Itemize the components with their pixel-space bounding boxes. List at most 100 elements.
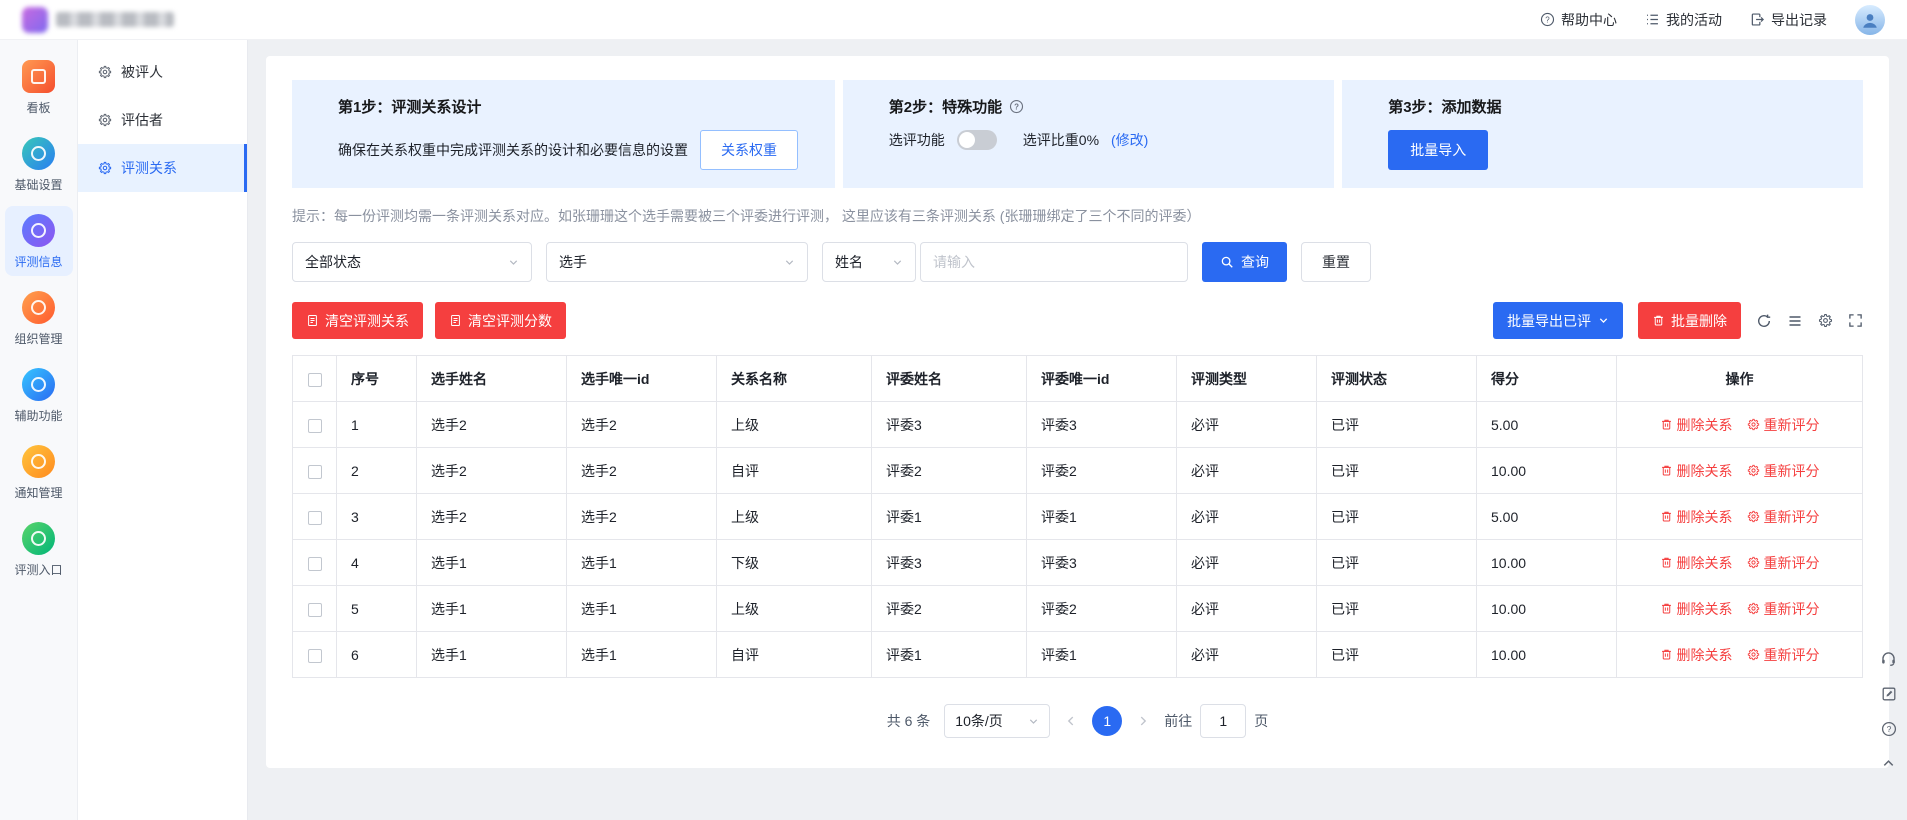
help-center-button[interactable]: ? 帮助中心	[1540, 10, 1617, 30]
status-select[interactable]: 全部状态	[292, 242, 532, 282]
cell-type: 必评	[1177, 448, 1317, 494]
rescore-link[interactable]: 重新评分	[1747, 553, 1820, 573]
pagination: 共 6 条 10条/页 1 前往 页	[292, 704, 1863, 738]
row-checkbox-cell	[293, 448, 337, 494]
svg-text:?: ?	[1886, 724, 1891, 734]
density-list-icon[interactable]	[1787, 313, 1803, 329]
delete-relation-link[interactable]: 删除关系	[1660, 553, 1733, 573]
export-records-button[interactable]: 导出记录	[1750, 10, 1827, 30]
rail-item-0[interactable]: 看板	[5, 52, 73, 122]
row-checkbox[interactable]	[308, 511, 322, 525]
fullscreen-icon[interactable]	[1848, 313, 1863, 328]
clear-scores-label: 清空评测分数	[468, 311, 552, 331]
reset-button[interactable]: 重置	[1301, 242, 1371, 282]
modify-link[interactable]: (修改)	[1111, 130, 1148, 150]
column-header-0: 序号	[337, 356, 417, 402]
rescore-link[interactable]: 重新评分	[1747, 645, 1820, 665]
cell-judge_id: 评委2	[1027, 448, 1177, 494]
help-question-icon[interactable]: ?	[1881, 721, 1897, 737]
sidebar-item-0[interactable]: 被评人	[78, 48, 247, 96]
assist-icon	[22, 368, 55, 401]
next-page-button[interactable]	[1136, 714, 1150, 728]
avatar[interactable]	[1855, 5, 1885, 35]
delete-relation-link[interactable]: 删除关系	[1660, 461, 1733, 481]
prev-page-button[interactable]	[1064, 714, 1078, 728]
step1-panel: 第1步：评测关系设计 确保在关系权重中完成评测关系的设计和必要信息的设置 关系权…	[292, 80, 835, 188]
search-button-label: 查询	[1241, 252, 1269, 272]
delete-relation-link[interactable]: 删除关系	[1660, 415, 1733, 435]
cell-player: 选手1	[417, 586, 567, 632]
rescore-link[interactable]: 重新评分	[1747, 461, 1820, 481]
select-evaluation-toggle[interactable]	[957, 130, 997, 150]
cell-judge: 评委2	[872, 586, 1027, 632]
batch-delete-button[interactable]: 批量删除	[1638, 302, 1741, 339]
cell-relation: 上级	[717, 494, 872, 540]
row-checkbox[interactable]	[308, 649, 322, 663]
rail-item-label: 通知管理	[14, 484, 62, 501]
search-input[interactable]	[920, 242, 1188, 282]
basic-settings-icon	[22, 137, 55, 170]
feedback-edit-icon[interactable]	[1881, 686, 1897, 702]
cell-player_id: 选手1	[567, 586, 717, 632]
page-number-1[interactable]: 1	[1092, 706, 1122, 736]
chevron-down-icon	[1028, 716, 1039, 727]
goto-page-input[interactable]	[1200, 704, 1246, 738]
row-checkbox-cell	[293, 494, 337, 540]
search-button[interactable]: 查询	[1202, 242, 1287, 282]
cell-no: 5	[337, 586, 417, 632]
select-all-checkbox[interactable]	[308, 373, 322, 387]
row-checkbox[interactable]	[308, 419, 322, 433]
table-header-row: 序号选手姓名选手唯一id关系名称评委姓名评委唯一id评测类型评测状态得分操作	[293, 356, 1863, 402]
cell-relation: 上级	[717, 586, 872, 632]
gear-icon	[1747, 418, 1760, 431]
table-row: 4选手1选手1下级评委3评委3必评已评10.00删除关系重新评分	[293, 540, 1863, 586]
gear-icon	[1747, 648, 1760, 661]
rescore-link[interactable]: 重新评分	[1747, 599, 1820, 619]
delete-relation-link[interactable]: 删除关系	[1660, 599, 1733, 619]
body-layout: 看板基础设置评测信息组织管理辅助功能通知管理评测入口 被评人评估者评测关系 第1…	[0, 40, 1907, 820]
cell-relation: 上级	[717, 402, 872, 448]
rail-item-3[interactable]: 组织管理	[5, 283, 73, 353]
rail-item-5[interactable]: 通知管理	[5, 437, 73, 507]
clear-relations-button[interactable]: 清空评测关系	[292, 302, 423, 339]
refresh-icon[interactable]	[1756, 313, 1772, 329]
rail-item-2[interactable]: 评测信息	[5, 206, 73, 276]
target-select[interactable]: 选手	[546, 242, 808, 282]
delete-relation-link[interactable]: 删除关系	[1660, 645, 1733, 665]
step3-title: 第3步：添加数据	[1388, 96, 1845, 117]
field-select[interactable]: 姓名	[822, 242, 916, 282]
cell-player_id: 选手2	[567, 448, 717, 494]
cell-no: 2	[337, 448, 417, 494]
column-settings-gear-icon[interactable]	[1818, 313, 1833, 328]
rescore-link[interactable]: 重新评分	[1747, 415, 1820, 435]
step3-panel: 第3步：添加数据 批量导入	[1342, 80, 1863, 188]
delete-relation-link[interactable]: 删除关系	[1660, 507, 1733, 527]
sidebar-item-1[interactable]: 评估者	[78, 96, 247, 144]
rescore-link[interactable]: 重新评分	[1747, 507, 1820, 527]
row-checkbox[interactable]	[308, 557, 322, 571]
action-row: 清空评测关系 清空评测分数 批量导出已评	[292, 302, 1863, 339]
sidebar-item-2[interactable]: 评测关系	[78, 144, 247, 192]
back-to-top-icon[interactable]	[1881, 756, 1896, 771]
cell-relation: 自评	[717, 448, 872, 494]
cell-score: 10.00	[1477, 448, 1617, 494]
cell-judge_id: 评委3	[1027, 402, 1177, 448]
batch-import-button[interactable]: 批量导入	[1388, 130, 1488, 170]
question-circle-icon[interactable]: ?	[1009, 99, 1024, 114]
clear-scores-button[interactable]: 清空评测分数	[435, 302, 566, 339]
step2-title: 第2步：特殊功能 ?	[889, 96, 1316, 117]
rail-item-1[interactable]: 基础设置	[5, 129, 73, 199]
row-checkbox[interactable]	[308, 465, 322, 479]
my-activities-button[interactable]: 我的活动	[1645, 10, 1722, 30]
rail-item-6[interactable]: 评测入口	[5, 514, 73, 584]
row-checkbox[interactable]	[308, 603, 322, 617]
delete-relation-label: 删除关系	[1677, 599, 1733, 619]
batch-export-rated-button[interactable]: 批量导出已评	[1493, 302, 1623, 339]
cell-judge: 评委3	[872, 402, 1027, 448]
rail-item-4[interactable]: 辅助功能	[5, 360, 73, 430]
gear-icon	[98, 161, 112, 175]
cell-no: 6	[337, 632, 417, 678]
page-size-select[interactable]: 10条/页	[944, 704, 1050, 738]
relation-weight-button[interactable]: 关系权重	[700, 130, 798, 170]
support-headset-icon[interactable]	[1880, 650, 1897, 667]
